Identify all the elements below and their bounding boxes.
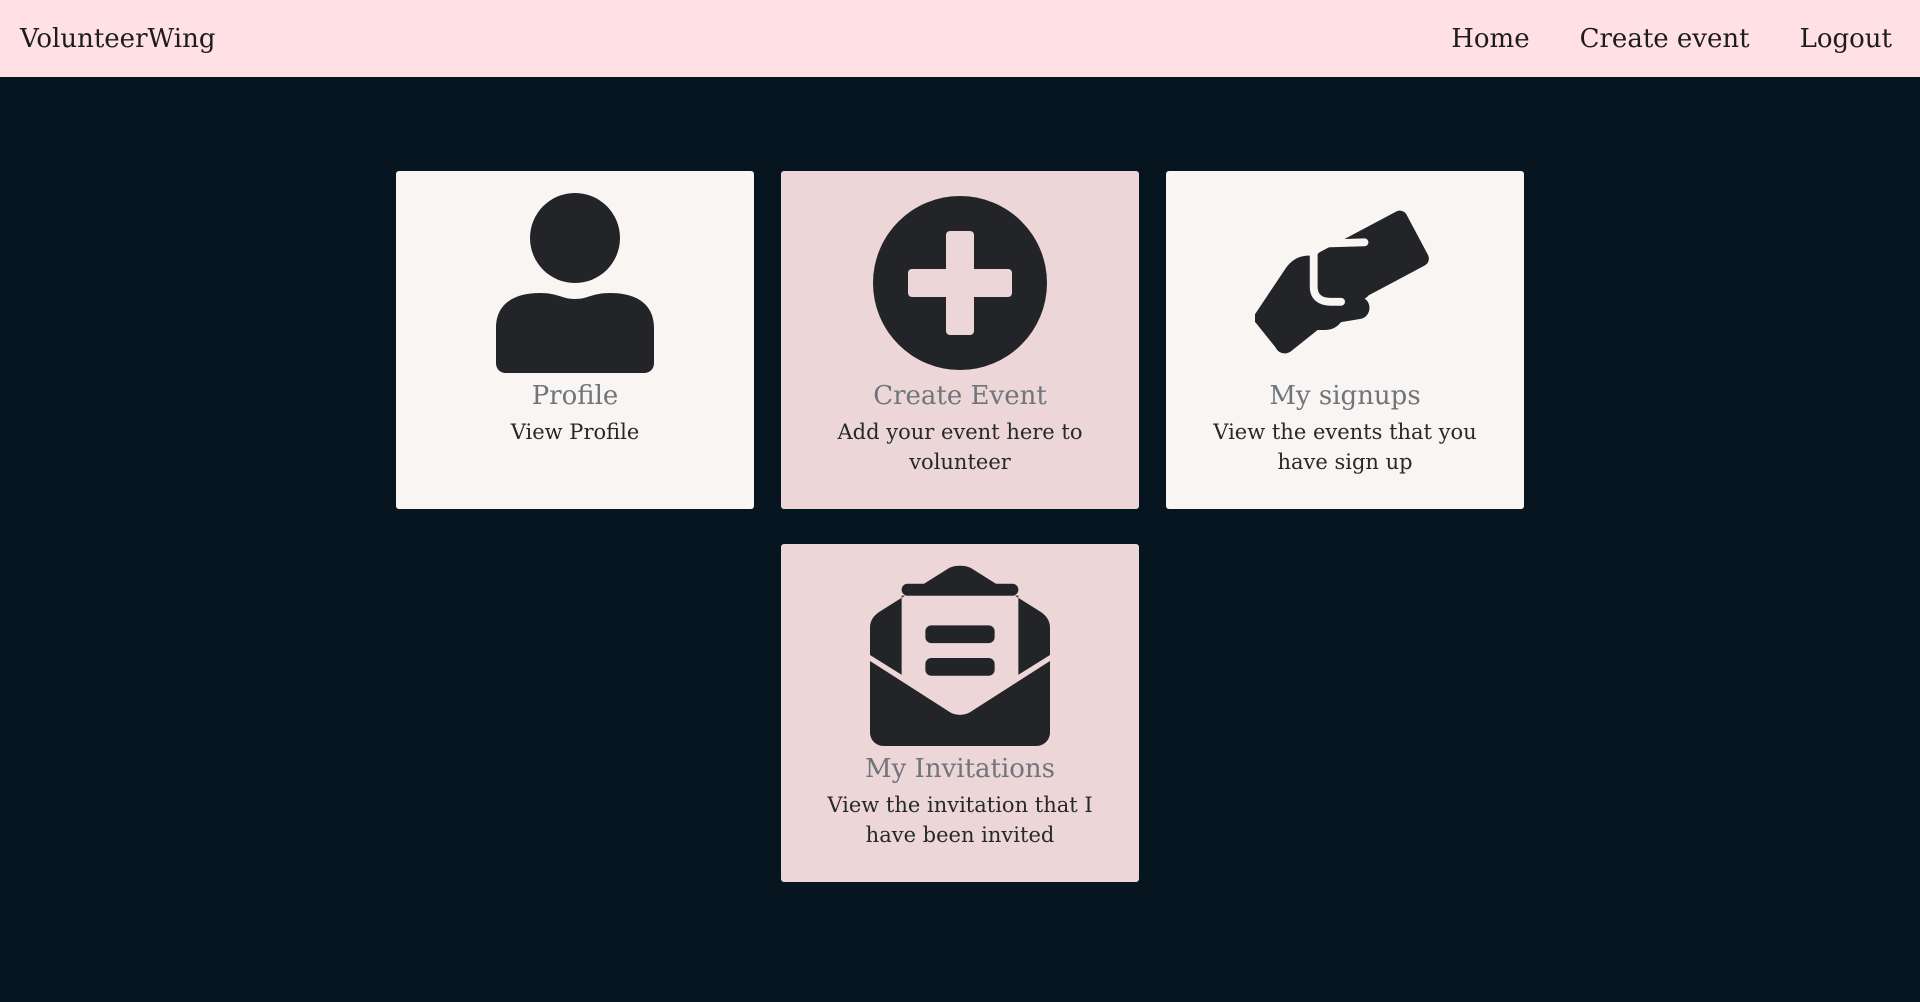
plus-circle-icon xyxy=(870,193,1050,373)
handshake-icon xyxy=(1255,193,1435,373)
card-text: Add your event here to volunteer xyxy=(837,420,1083,474)
card-title: My signups xyxy=(1269,381,1421,411)
nav-links: Home Create event Logout xyxy=(1451,24,1892,54)
card-title: Create Event xyxy=(873,381,1047,411)
profile-card[interactable]: Profile View Profile xyxy=(396,171,754,509)
nav-logout-link[interactable]: Logout xyxy=(1800,24,1892,54)
card-text: View the invitation that I have been inv… xyxy=(827,793,1093,847)
my-signups-card[interactable]: My signups View the events that you have… xyxy=(1166,171,1524,509)
navbar: VolunteerWing Home Create event Logout xyxy=(0,0,1920,77)
card-title: My Invitations xyxy=(864,754,1056,784)
nav-create-event-link[interactable]: Create event xyxy=(1580,24,1750,54)
my-invitations-card[interactable]: My Invitations View the invitation that … xyxy=(781,544,1139,882)
card-text: View the events that you have sign up xyxy=(1213,420,1477,474)
card-title: Profile xyxy=(531,381,619,411)
brand-link[interactable]: VolunteerWing xyxy=(20,24,215,54)
envelope-open-icon xyxy=(870,565,1050,746)
create-event-card[interactable]: Create Event Add your event here to volu… xyxy=(781,171,1139,509)
card-text: View Profile xyxy=(510,420,640,444)
person-icon xyxy=(485,193,665,373)
nav-home-link[interactable]: Home xyxy=(1451,24,1529,54)
